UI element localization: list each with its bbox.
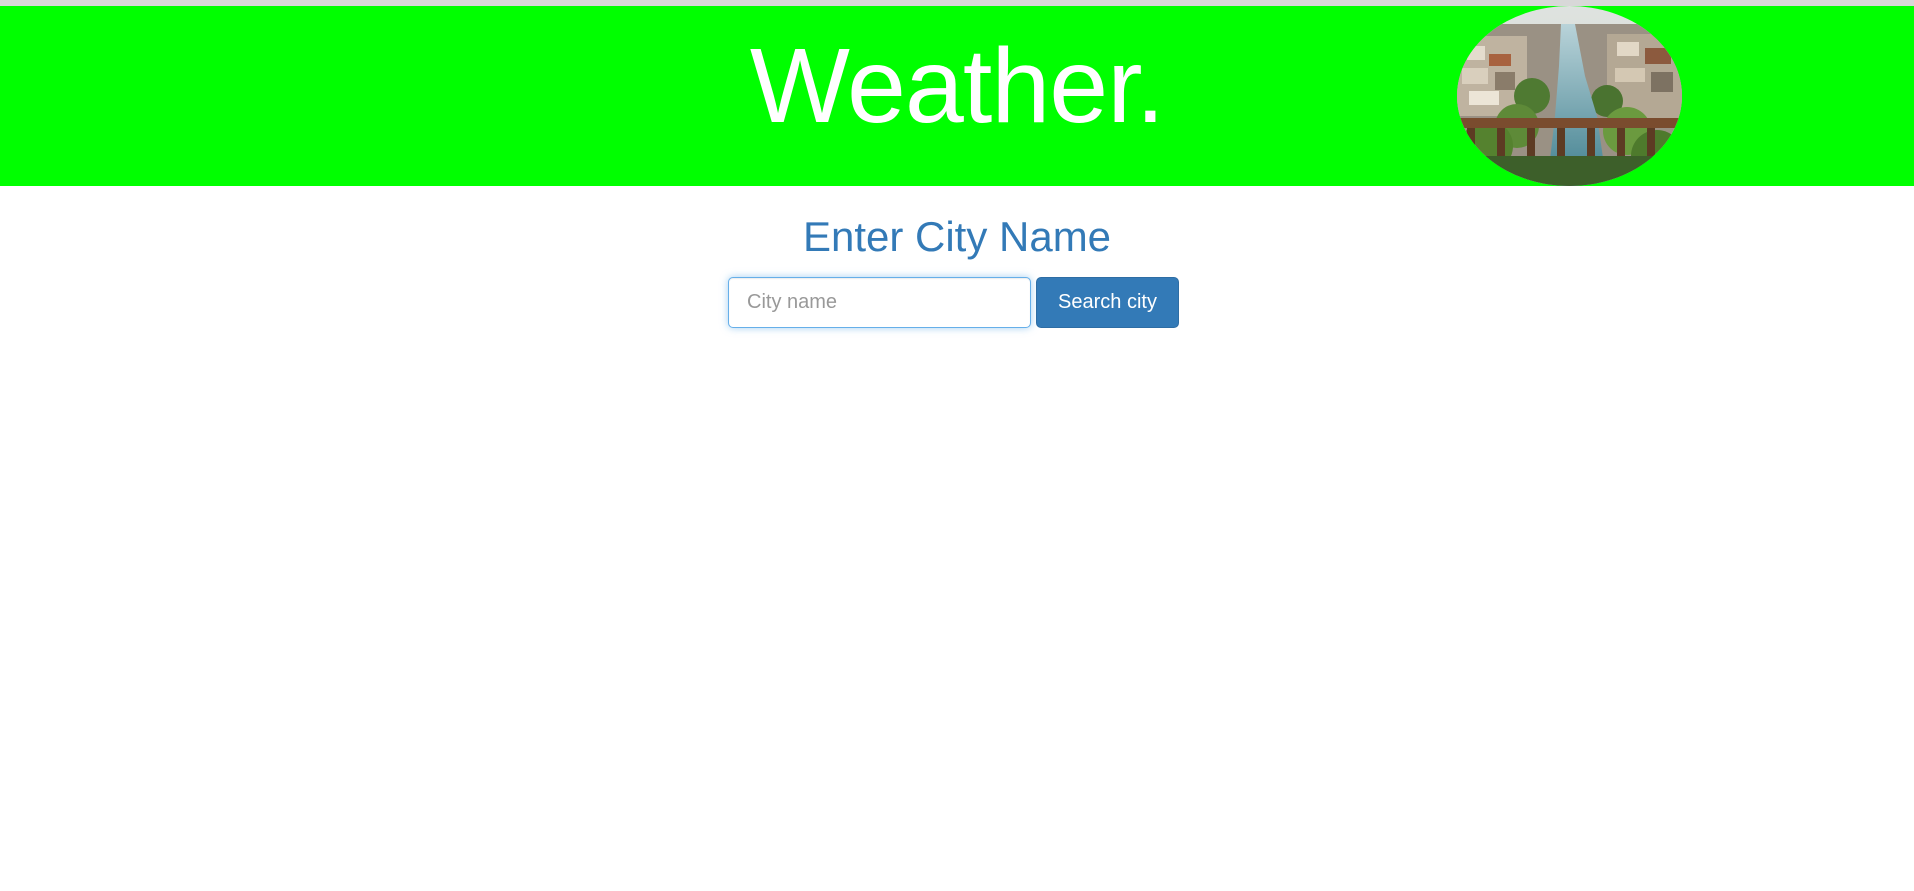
city-name-input[interactable] <box>728 277 1031 328</box>
search-city-button[interactable]: Search city <box>1036 277 1179 328</box>
main-content: Enter City Name Search city <box>0 186 1914 891</box>
city-search-form: Search city <box>728 277 1179 328</box>
header-banner: Weather. <box>0 6 1914 186</box>
enter-city-heading: Enter City Name <box>802 213 1112 260</box>
city-aerial-photo <box>1457 6 1682 186</box>
